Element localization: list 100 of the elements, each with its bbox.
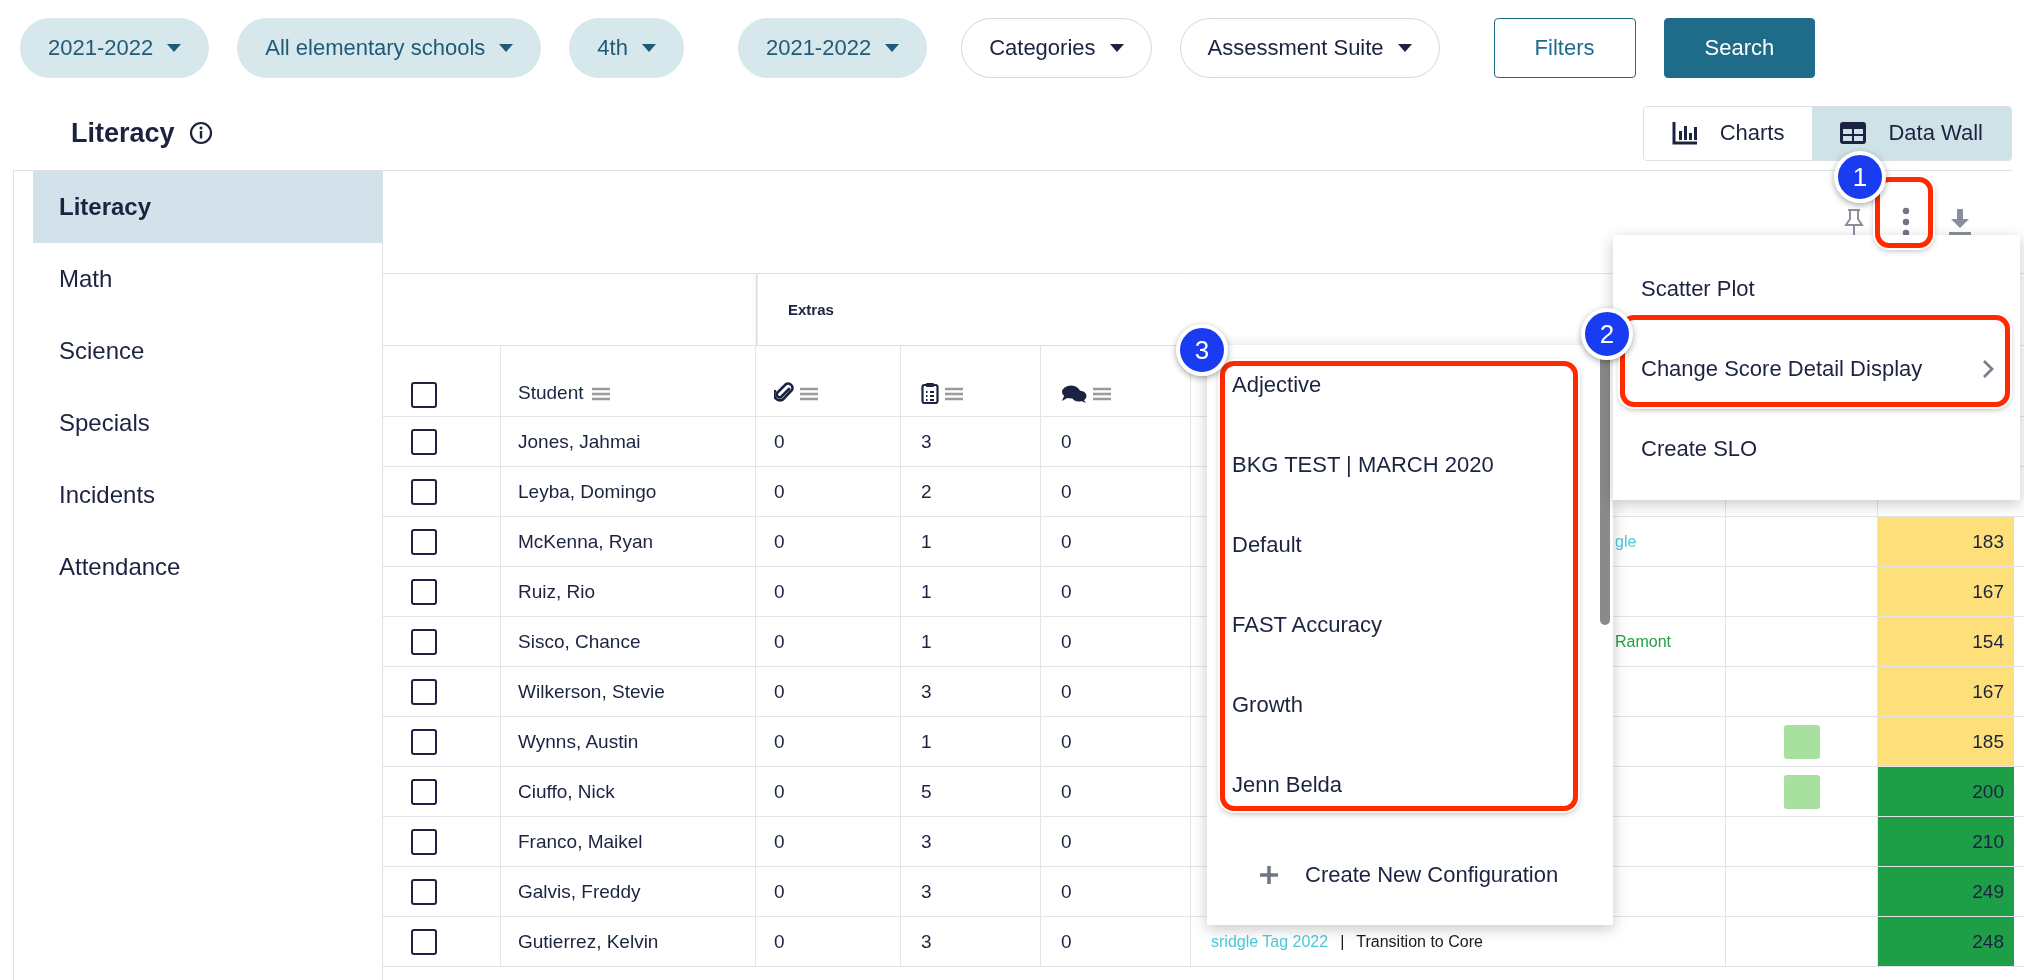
sidebar-item[interactable]: Math <box>33 243 382 315</box>
page-title: Literacy <box>71 117 175 149</box>
filter-dropdown[interactable]: 4th <box>569 18 684 78</box>
filter-dropdown[interactable]: 2021-2022 <box>737 18 928 78</box>
checkbox[interactable] <box>410 382 437 408</box>
info-icon[interactable] <box>188 121 213 145</box>
menu-item[interactable]: Scatter Plot <box>1641 249 2020 329</box>
caret-icon <box>641 44 656 52</box>
filter-dropdown[interactable]: All elementary schools <box>237 18 542 78</box>
table-cell: 3 <box>921 880 932 903</box>
checkbox[interactable] <box>410 478 437 505</box>
sidebar-item[interactable]: Specials <box>33 387 382 459</box>
menu-item[interactable]: Growth <box>1232 665 1599 745</box>
score-cell: 200 <box>1878 767 2014 816</box>
menu-item[interactable]: Jenn Belda <box>1232 745 1599 825</box>
score-cell: 183 <box>1878 517 2014 566</box>
student-name[interactable]: Wilkerson, Stevie <box>518 680 665 703</box>
score-cell: 248 <box>1878 917 2014 966</box>
menu-item[interactable]: Change Score Detail Display <box>1641 329 2020 409</box>
student-name[interactable]: Ruiz, Rio <box>518 580 596 603</box>
student-name[interactable]: Wynns, Austin <box>518 730 639 753</box>
clipboard-icon <box>921 382 939 404</box>
checkbox[interactable] <box>410 528 437 555</box>
checkbox[interactable] <box>410 578 437 605</box>
menu-item[interactable]: FAST Accuracy <box>1232 585 1599 665</box>
table-cell: 0 <box>1061 630 1072 653</box>
table-cell: 0 <box>1061 830 1072 853</box>
checkbox[interactable] <box>410 728 437 755</box>
score-cell: 249 <box>1878 867 2014 916</box>
caret-icon <box>885 44 900 52</box>
checkbox[interactable] <box>410 928 437 955</box>
chevron-right-icon <box>1982 359 1994 379</box>
more-options-icon[interactable] <box>1902 207 1910 237</box>
score-cell: 210 <box>1878 817 2014 866</box>
student-name[interactable]: Galvis, Freddy <box>518 880 641 903</box>
caret-icon <box>1397 44 1412 52</box>
filter-dropdown[interactable]: Assessment Suite <box>1179 18 1440 78</box>
table-cell: 1 <box>921 530 932 553</box>
student-name[interactable]: Sisco, Chance <box>518 630 641 653</box>
menu-item[interactable]: Create SLO <box>1641 409 2020 489</box>
table-cell: 0 <box>1061 580 1072 603</box>
menu-icon[interactable] <box>800 387 818 401</box>
paperclip-icon <box>774 382 794 404</box>
search-button[interactable]: Search <box>1663 18 1816 78</box>
bar-chart-icon <box>1671 121 1698 145</box>
checkbox[interactable] <box>410 628 437 655</box>
create-configuration-button[interactable]: Create New Configuration <box>1207 825 1613 925</box>
caret-icon <box>167 44 182 52</box>
filters-button[interactable]: Filters <box>1493 18 1636 78</box>
menu-icon[interactable] <box>1093 387 1111 401</box>
caret-icon <box>499 44 514 52</box>
checkbox[interactable] <box>410 678 437 705</box>
score-cell: 185 <box>1878 717 2014 766</box>
student-name[interactable]: Leyba, Domingo <box>518 480 657 503</box>
table-cell: 0 <box>774 580 785 603</box>
table-cell: 0 <box>774 430 785 453</box>
table-cell: 3 <box>921 930 932 953</box>
table-cell: 0 <box>774 480 785 503</box>
highlight-box <box>1875 177 1933 248</box>
menu-item[interactable]: Default <box>1232 505 1599 585</box>
tag-separator: | <box>1339 932 1346 951</box>
table-cell: 0 <box>774 530 785 553</box>
table-cell: 0 <box>774 780 785 803</box>
checkbox[interactable] <box>410 428 437 455</box>
table-cell: 0 <box>1061 430 1072 453</box>
menu-icon[interactable] <box>945 387 963 401</box>
column-group-header: Extras <box>788 301 834 318</box>
checkbox[interactable] <box>410 828 437 855</box>
filter-dropdown[interactable]: 2021-2022 <box>20 18 210 78</box>
score-cell: 167 <box>1878 567 2014 616</box>
checkbox[interactable] <box>410 778 437 805</box>
menu-icon[interactable] <box>591 387 610 401</box>
sidebar-item[interactable]: Attendance <box>33 531 382 603</box>
column-header[interactable]: Student <box>518 382 584 404</box>
sidebar-item[interactable]: Science <box>33 315 382 387</box>
sidebar-item[interactable]: Incidents <box>33 459 382 531</box>
table-cell: 0 <box>1061 730 1072 753</box>
table-cell: 0 <box>774 730 785 753</box>
table-cell: 1 <box>921 730 932 753</box>
student-name[interactable]: Ciuffo, Nick <box>518 780 615 803</box>
student-name[interactable]: McKenna, Ryan <box>518 530 654 553</box>
checkbox[interactable] <box>410 878 437 905</box>
table-cell: 0 <box>1061 780 1072 803</box>
student-name[interactable]: Jones, Jahmai <box>518 430 641 453</box>
plus-icon <box>1259 865 1279 885</box>
filter-dropdown[interactable]: Categories <box>961 18 1152 78</box>
table-cell: 0 <box>1061 930 1072 953</box>
view-tab[interactable]: Data Wall <box>1812 106 2011 160</box>
student-name[interactable]: Franco, Maikel <box>518 830 643 853</box>
menu-item[interactable]: BKG TEST | MARCH 2020 <box>1232 425 1599 505</box>
step-number: 3 <box>1176 324 1228 376</box>
download-icon[interactable] <box>1948 208 1972 236</box>
table-cell: 0 <box>774 880 785 903</box>
table-cell: 3 <box>921 830 932 853</box>
sidebar-item[interactable]: Literacy <box>33 171 382 243</box>
table-cell: 0 <box>1061 480 1072 503</box>
table-cell: 0 <box>1061 880 1072 903</box>
student-name[interactable]: Gutierrez, Kelvin <box>518 930 659 953</box>
pin-icon[interactable] <box>1844 208 1864 236</box>
table-cell: 0 <box>774 930 785 953</box>
